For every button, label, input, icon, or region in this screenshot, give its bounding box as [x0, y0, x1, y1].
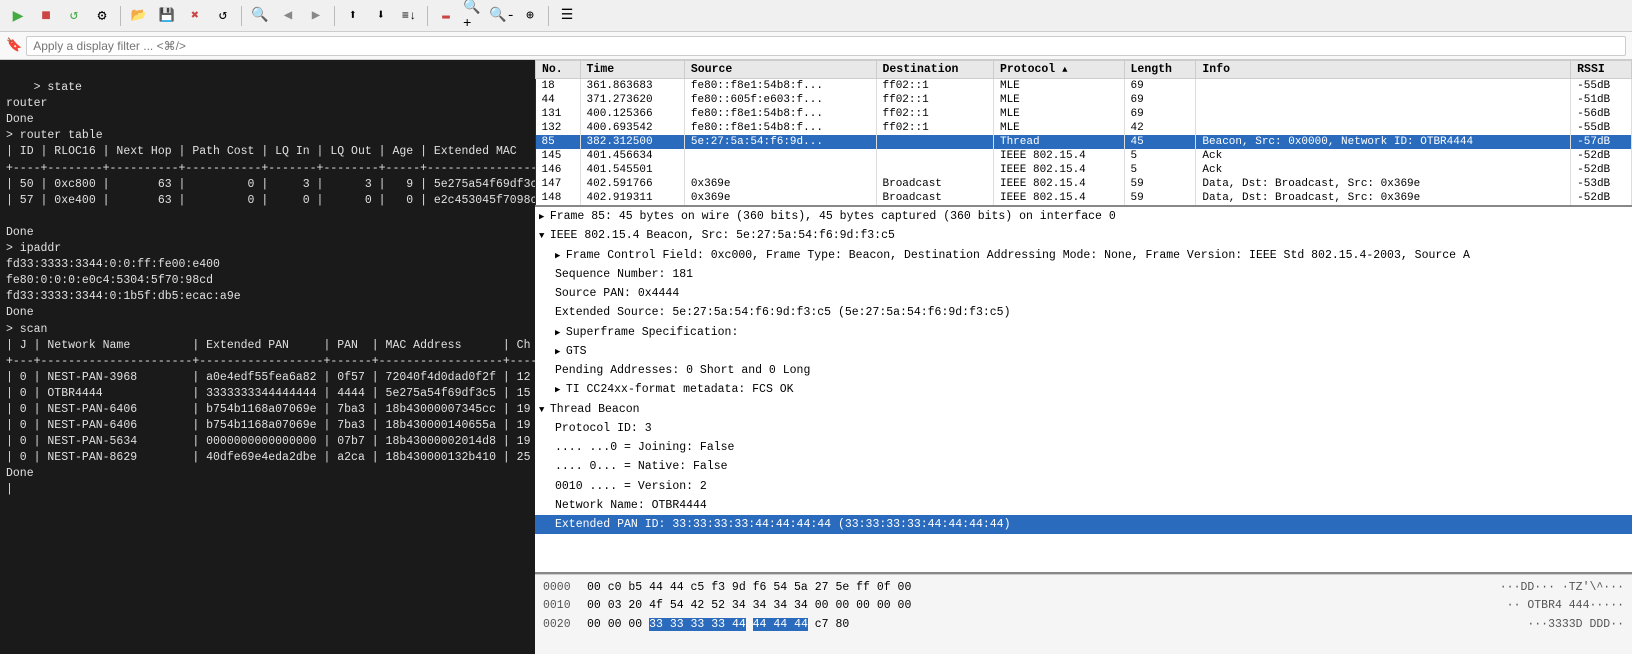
col-source[interactable]: Source — [684, 61, 876, 79]
zoom-in-button[interactable]: 🔍+ — [462, 4, 486, 28]
table-row[interactable]: 147402.5917660x369eBroadcastIEEE 802.15.… — [536, 177, 1632, 191]
detail-item[interactable]: Source PAN: 0x4444 — [535, 284, 1632, 303]
packet-table-header: No. Time Source Destination Protocol ▲ L… — [536, 61, 1632, 79]
hex-row: 0020 00 00 00 33 33 33 33 44 44 44 44 c7 … — [543, 616, 1624, 634]
autoscroll-button[interactable]: ≡↓ — [397, 4, 421, 28]
hex-offset: 0000 — [543, 579, 579, 597]
toolbar: ▶ ■ ↺ ⚙ 📂 💾 ✖ ↺ 🔍 ◀ ▶ ⬆ ⬇ ≡↓ ▬ 🔍+ 🔍- ⊕ ☰ — [0, 0, 1632, 32]
zoom-reset-button[interactable]: ⊕ — [518, 4, 542, 28]
hex-bytes: 00 03 20 4f 54 42 52 34 34 34 34 00 00 0… — [587, 597, 1499, 615]
hex-ascii: ···DD··· ·TZ'\^··· — [1500, 579, 1624, 597]
table-row[interactable]: 145401.456634IEEE 802.15.45Ack-52dB — [536, 149, 1632, 163]
go-forward-button[interactable]: ▶ — [304, 4, 328, 28]
terminal-content: > state router Done > router table | ID … — [6, 81, 535, 496]
detail-item[interactable]: Thread Beacon — [535, 400, 1632, 419]
filter-bookmark-icon: 🔖 — [6, 38, 22, 53]
col-rssi[interactable]: RSSI — [1571, 61, 1632, 79]
layout-button[interactable]: ☰ — [555, 4, 579, 28]
hex-row: 0000 00 c0 b5 44 44 c5 f3 9d f6 54 5a 27 … — [543, 579, 1624, 597]
detail-item[interactable]: Frame 85: 45 bytes on wire (360 bits), 4… — [535, 207, 1632, 226]
col-destination[interactable]: Destination — [876, 61, 993, 79]
wireshark-panel: No. Time Source Destination Protocol ▲ L… — [535, 60, 1632, 654]
detail-item[interactable]: Frame Control Field: 0xc000, Frame Type:… — [535, 246, 1632, 265]
table-row[interactable]: 85382.3125005e:27:5a:54:f6:9d...Thread45… — [536, 135, 1632, 149]
detail-item[interactable]: Extended Source: 5e:27:5a:54:f6:9d:f3:c5… — [535, 303, 1632, 322]
go-back-button[interactable]: ◀ — [276, 4, 300, 28]
col-protocol[interactable]: Protocol ▲ — [993, 61, 1124, 79]
selected-detail-item[interactable]: Extended PAN ID: 33:33:33:33:44:44:44:44… — [535, 515, 1632, 534]
table-row[interactable]: 148402.9193110x369eBroadcastIEEE 802.15.… — [536, 191, 1632, 205]
detail-item[interactable]: Pending Addresses: 0 Short and 0 Long — [535, 361, 1632, 380]
hex-row: 0010 00 03 20 4f 54 42 52 34 34 34 34 00 … — [543, 597, 1624, 615]
detail-item[interactable]: .... ...0 = Joining: False — [535, 438, 1632, 457]
restart-capture-button[interactable]: ↺ — [62, 4, 86, 28]
table-row[interactable]: 44371.273620fe80::605f:e603:f...ff02::1M… — [536, 93, 1632, 107]
hex-dump: 0000 00 c0 b5 44 44 c5 f3 9d f6 54 5a 27 … — [535, 574, 1632, 654]
hex-bytes: 00 c0 b5 44 44 c5 f3 9d f6 54 5a 27 5e f… — [587, 579, 1492, 597]
packet-tbody: 18361.863683fe80::f8e1:54b8:f...ff02::1M… — [536, 79, 1632, 206]
detail-item[interactable]: IEEE 802.15.4 Beacon, Src: 5e:27:5a:54:f… — [535, 226, 1632, 245]
packet-detail[interactable]: Frame 85: 45 bytes on wire (360 bits), 4… — [535, 207, 1632, 574]
toolbar-sep-2 — [241, 6, 242, 26]
col-length[interactable]: Length — [1124, 61, 1196, 79]
table-row[interactable]: 131400.125366fe80::f8e1:54b8:f...ff02::1… — [536, 107, 1632, 121]
hex-ascii: ·· OTBR4 444····· — [1507, 597, 1624, 615]
toolbar-sep-4 — [427, 6, 428, 26]
filter-input[interactable] — [26, 36, 1626, 56]
stop-capture-button[interactable]: ■ — [34, 4, 58, 28]
table-row[interactable]: 18361.863683fe80::f8e1:54b8:f...ff02::1M… — [536, 79, 1632, 94]
col-no[interactable]: No. — [536, 61, 581, 79]
detail-item[interactable]: Protocol ID: 3 — [535, 419, 1632, 438]
open-file-button[interactable]: 📂 — [127, 4, 151, 28]
hex-ascii: ···3333D DDD·· — [1527, 616, 1624, 634]
detail-item[interactable]: Sequence Number: 181 — [535, 265, 1632, 284]
detail-item[interactable]: GTS — [535, 342, 1632, 361]
packet-table: No. Time Source Destination Protocol ▲ L… — [535, 60, 1632, 205]
scroll-up-button[interactable]: ⬆ — [341, 4, 365, 28]
detail-item[interactable]: .... 0... = Native: False — [535, 457, 1632, 476]
col-time[interactable]: Time — [580, 61, 684, 79]
hex-offset: 0010 — [543, 597, 579, 615]
hex-offset: 0020 — [543, 616, 579, 634]
terminal-panel[interactable]: > state router Done > router table | ID … — [0, 60, 535, 654]
capture-options-button[interactable]: ⚙ — [90, 4, 114, 28]
hex-highlight: 44 44 44 — [753, 618, 808, 631]
toolbar-sep-1 — [120, 6, 121, 26]
table-row[interactable]: 132400.693542fe80::f8e1:54b8:f...ff02::1… — [536, 121, 1632, 135]
detail-item[interactable]: Superframe Specification: — [535, 323, 1632, 342]
hex-bytes: 00 00 00 33 33 33 33 44 44 44 44 c7 80 — [587, 616, 1519, 634]
main-content: > state router Done > router table | ID … — [0, 60, 1632, 654]
col-info[interactable]: Info — [1196, 61, 1571, 79]
save-file-button[interactable]: 💾 — [155, 4, 179, 28]
hex-highlight: 33 33 33 33 44 — [649, 618, 746, 631]
colorize-button[interactable]: ▬ — [434, 4, 458, 28]
reload-button[interactable]: ↺ — [211, 4, 235, 28]
zoom-out-button[interactable]: 🔍- — [490, 4, 514, 28]
toolbar-sep-5 — [548, 6, 549, 26]
table-row[interactable]: 146401.545501IEEE 802.15.45Ack-52dB — [536, 163, 1632, 177]
start-capture-button[interactable]: ▶ — [6, 4, 30, 28]
detail-item[interactable]: Network Name: OTBR4444 — [535, 496, 1632, 515]
toolbar-sep-3 — [334, 6, 335, 26]
close-capture-button[interactable]: ✖ — [183, 4, 207, 28]
detail-item[interactable]: 0010 .... = Version: 2 — [535, 477, 1632, 496]
scroll-down-button[interactable]: ⬇ — [369, 4, 393, 28]
packet-list[interactable]: No. Time Source Destination Protocol ▲ L… — [535, 60, 1632, 207]
detail-item[interactable]: TI CC24xx-format metadata: FCS OK — [535, 380, 1632, 399]
filter-bar: 🔖 — [0, 32, 1632, 60]
find-packet-button[interactable]: 🔍 — [248, 4, 272, 28]
